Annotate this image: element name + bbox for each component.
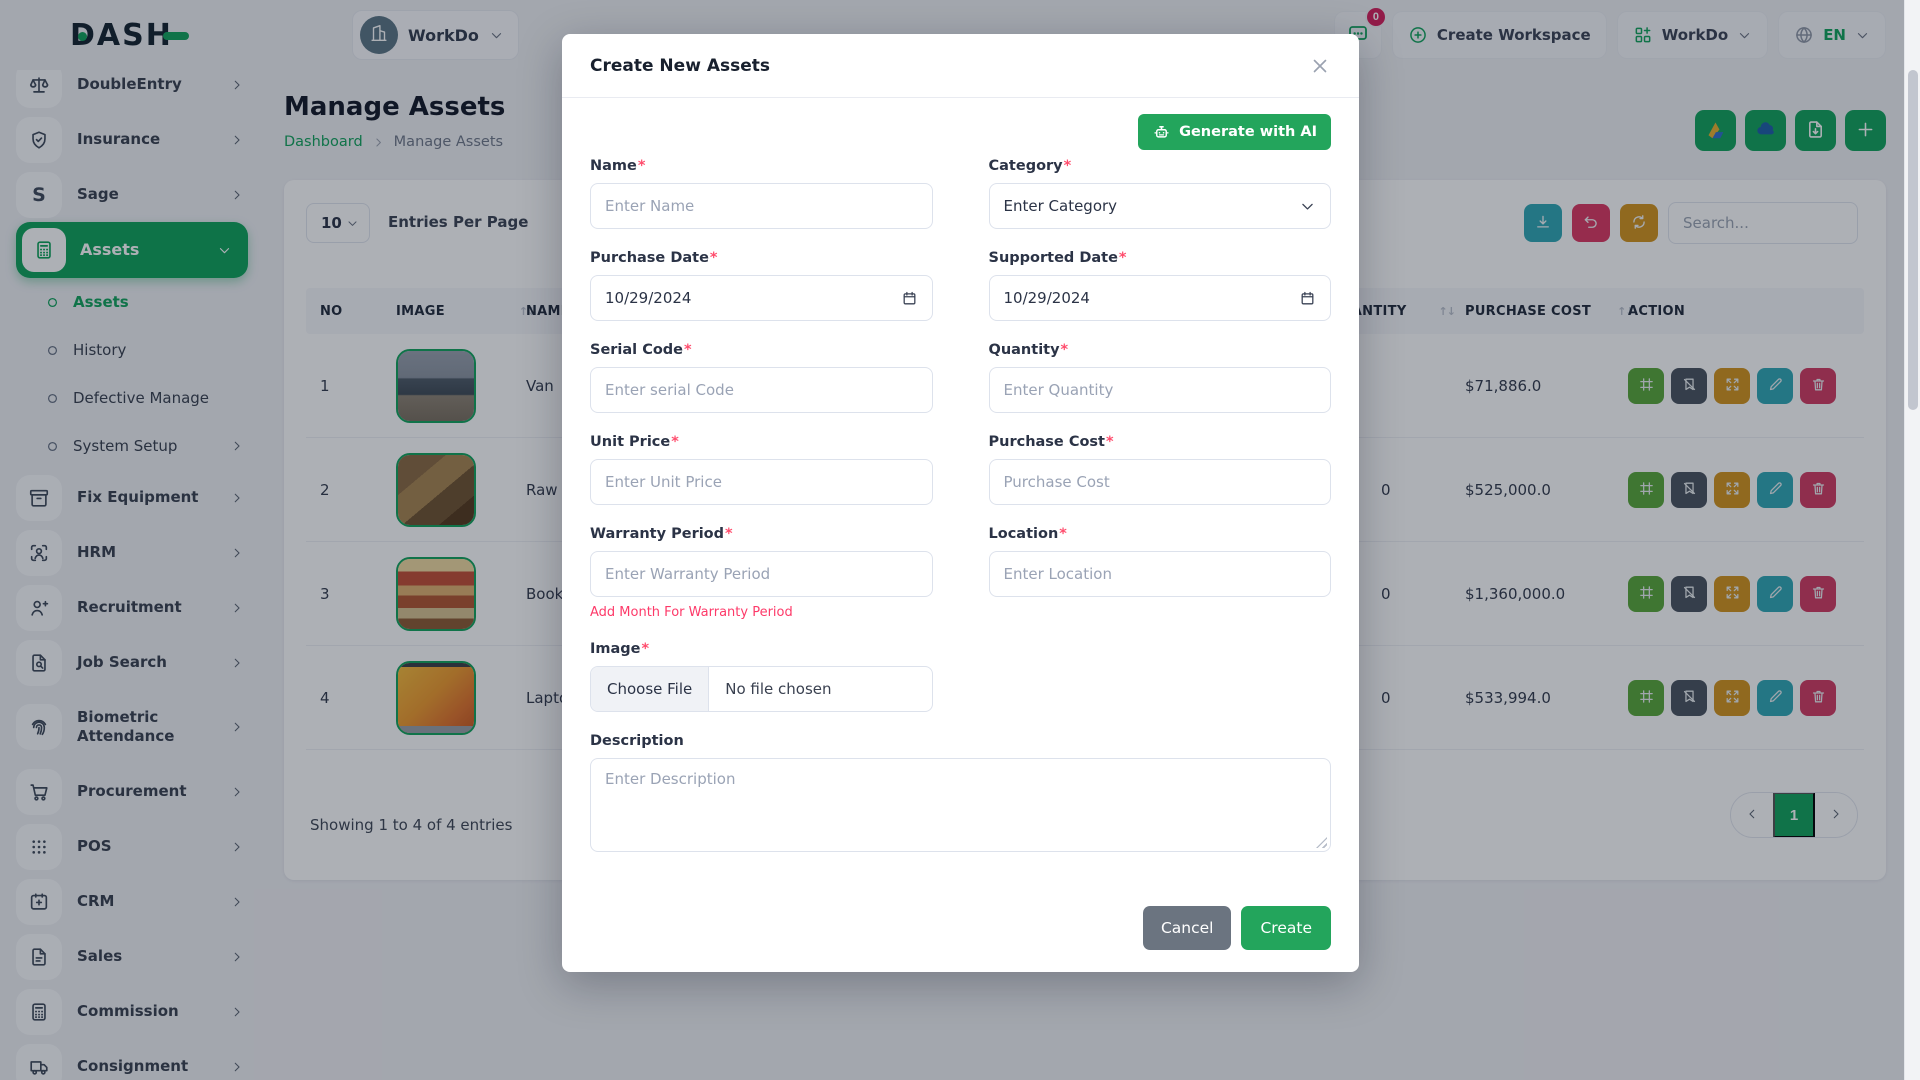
required-asterisk: * [642,641,650,657]
category-field-group: Category* Enter Category [989,158,1332,229]
required-asterisk: * [1059,526,1067,542]
serial-code-input[interactable] [590,367,933,413]
purchase-date-label: Purchase Date [590,250,709,266]
close-icon[interactable] [1309,55,1331,77]
description-input[interactable] [590,758,1331,852]
purchase-date-field-group: Purchase Date* 10/29/2024 [590,250,933,321]
required-asterisk: * [1119,250,1127,266]
create-asset-form: Name* Category* Enter Category Purchase … [590,158,1331,877]
calendar-icon [901,290,918,307]
category-select[interactable]: Enter Category [989,183,1332,229]
required-asterisk: * [725,526,733,542]
name-field-group: Name* [590,158,933,229]
warranty-note: Add Month For Warranty Period [590,605,933,620]
choose-file-button[interactable]: Choose File [591,667,709,711]
page-scrollbar [1904,0,1920,1080]
required-asterisk: * [671,434,679,450]
location-field-group: Location* [989,526,1332,620]
serial-code-label: Serial Code [590,342,683,358]
unit-price-input[interactable] [590,459,933,505]
image-field-group: Image* Choose File No file chosen [590,641,933,712]
spacer [989,641,1332,712]
purchase-cost-label: Purchase Cost [989,434,1105,450]
chevron-down-icon [1299,198,1316,215]
unit-price-label: Unit Price [590,434,670,450]
cancel-button[interactable]: Cancel [1143,906,1232,950]
supported-date-input[interactable]: 10/29/2024 [989,275,1332,321]
name-input[interactable] [590,183,933,229]
modal-footer: Cancel Create [1143,906,1331,950]
category-label: Category [989,158,1063,174]
robot-icon [1152,123,1171,142]
required-asterisk: * [710,250,718,266]
description-label: Description [590,733,684,749]
generate-with-ai-button[interactable]: Generate with AI [1138,114,1331,150]
supported-date-label: Supported Date [989,250,1118,266]
location-label: Location [989,526,1059,542]
warranty-period-label: Warranty Period [590,526,724,542]
quantity-label: Quantity [989,342,1060,358]
create-button[interactable]: Create [1241,906,1331,950]
file-status-text: No file chosen [709,667,847,711]
required-asterisk: * [1064,158,1072,174]
close-icon [1309,55,1331,77]
warranty-period-field-group: Warranty Period* Add Month For Warranty … [590,526,933,620]
quantity-field-group: Quantity* [989,342,1332,413]
required-asterisk: * [1106,434,1114,450]
calendar-icon [1299,290,1316,307]
modal-header: Create New Assets [562,34,1359,98]
quantity-input[interactable] [989,367,1332,413]
required-asterisk: * [1061,342,1069,358]
modal-title: Create New Assets [590,56,770,76]
image-label: Image [590,641,641,657]
description-field-group: Description [590,733,1331,856]
unit-price-field-group: Unit Price* [590,434,933,505]
supported-date-field-group: Supported Date* 10/29/2024 [989,250,1332,321]
purchase-cost-field-group: Purchase Cost* [989,434,1332,505]
serial-code-field-group: Serial Code* [590,342,933,413]
name-label: Name [590,158,637,174]
required-asterisk: * [684,342,692,358]
required-asterisk: * [638,158,646,174]
app-root: DASH WorkDo 0 Create Workspace WorkDo [0,0,1920,1080]
modal-body: Generate with AI Name* Category* Enter C… [562,98,1359,877]
purchase-date-input[interactable]: 10/29/2024 [590,275,933,321]
purchase-cost-input[interactable] [989,459,1332,505]
scrollbar-thumb[interactable] [1908,70,1918,410]
warranty-period-input[interactable] [590,551,933,597]
create-assets-modal: Create New Assets Generate with AI Name*… [562,34,1359,972]
location-input[interactable] [989,551,1332,597]
image-file-input[interactable]: Choose File No file chosen [590,666,933,712]
